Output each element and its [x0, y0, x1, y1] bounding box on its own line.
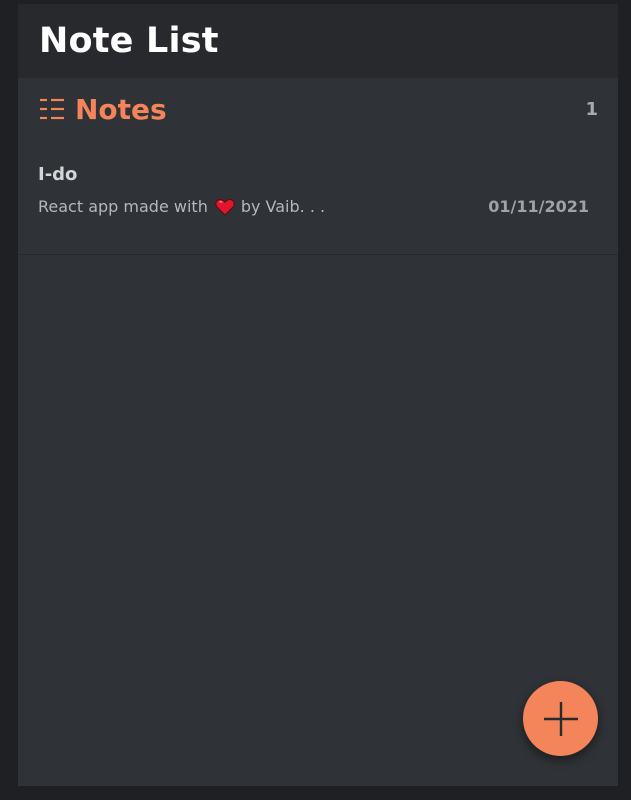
note-date: 01/11/2021: [488, 197, 589, 216]
note-meta: React app made with by Vaib. . . 01/11/2…: [38, 197, 589, 216]
note-preview: React app made with by Vaib. . .: [38, 197, 325, 216]
notes-count: 1: [585, 98, 598, 120]
note-title: I-do: [38, 164, 78, 185]
add-note-button[interactable]: [523, 681, 598, 756]
note-list-panel: Note List Notes 1 I-do React app made wi…: [18, 4, 618, 786]
heart-icon: [215, 198, 235, 216]
note-list-item[interactable]: I-do React app made with by Vaib. . . 01…: [18, 160, 618, 255]
plus-icon: [543, 701, 578, 736]
list-icon: [40, 98, 64, 120]
notes-section-label: Notes: [39, 93, 167, 126]
page-title: Note List: [39, 21, 219, 61]
notes-section-header: Notes 1: [18, 78, 618, 140]
title-bar: Note List: [18, 4, 618, 78]
note-preview-text-end: by Vaib. . .: [240, 197, 326, 216]
note-preview-text-start: React app made with: [38, 197, 208, 216]
notes-section-title: Notes: [75, 92, 167, 126]
